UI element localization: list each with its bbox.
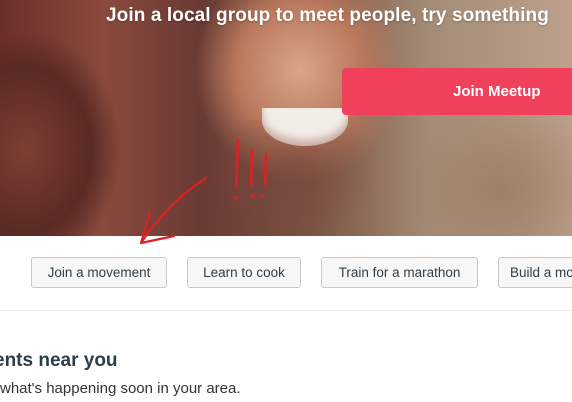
chip-label: Build a mo [510,265,572,280]
chip-train-for-a-marathon[interactable]: Train for a marathon [321,257,478,288]
hero-banner: Join a local group to meet people, try s… [0,0,572,236]
chip-learn-to-cook[interactable]: Learn to cook [187,257,301,288]
hero-tagline: Join a local group to meet people, try s… [106,5,549,26]
chip-label: Train for a marathon [338,265,461,280]
join-meetup-button[interactable]: Join Meetup [342,68,572,115]
chip-label: Join a movement [47,265,151,280]
topic-chip-row: Join a movement Learn to cook Train for … [0,236,572,311]
join-meetup-label: Join Meetup [453,83,541,100]
chip-build-a-mo[interactable]: Build a mo [498,257,572,288]
chip-join-a-movement[interactable]: Join a movement [31,257,167,288]
chip-label: Learn to cook [203,265,285,280]
events-section-subtitle: what's happening soon in your area. [0,380,241,397]
events-section-title: ents near you [0,350,118,371]
